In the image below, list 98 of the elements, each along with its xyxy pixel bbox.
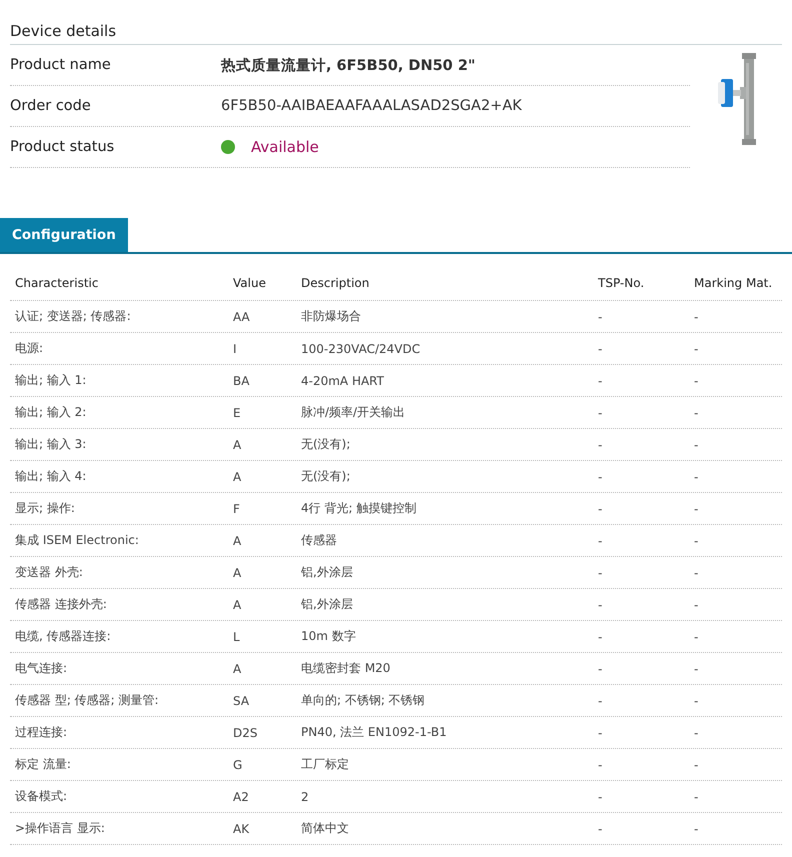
table-cell-text: -	[693, 406, 700, 420]
table-cell-text: -	[693, 374, 700, 388]
table-cell-text: 显示; 操作:	[14, 500, 76, 517]
table-cell-text: 输出; 输入 3:	[14, 436, 88, 453]
table-cell-text: A	[232, 598, 242, 612]
table-cell-text: -	[693, 310, 700, 324]
table-cell-text: D2S	[232, 726, 258, 740]
table-cell-text: 传感器 型; 传感器; 测量管:	[14, 692, 160, 709]
table-cell-text: 集成 ISEM Electronic:	[14, 532, 140, 549]
table-cell-text: -	[597, 470, 604, 484]
table-cell-text: -	[693, 630, 700, 644]
table-cell-text: -	[597, 758, 604, 772]
table-cell-text: -	[597, 694, 604, 708]
table-cell-text: 变送器 外壳:	[14, 564, 84, 581]
table-cell-text: -	[693, 726, 700, 740]
table-cell-text: F	[232, 502, 241, 516]
table-cell-text: 简体中文	[300, 820, 350, 837]
table-cell-text: AA	[232, 310, 251, 324]
table-cell-text: -	[597, 502, 604, 516]
table-cell-text: BA	[232, 374, 250, 388]
table-cell-text: 4-20mA HART	[300, 374, 385, 388]
table-cell-text: 输出; 输入 4:	[14, 468, 88, 485]
table-cell-text: -	[597, 342, 604, 356]
table-cell-text: A	[232, 470, 242, 484]
section-title: Device details	[10, 22, 782, 45]
table-cell-text: -	[693, 566, 700, 580]
column-header: Characteristic	[14, 276, 100, 290]
table-cell-text: -	[693, 438, 700, 452]
table-cell-text: 100-230VAC/24VDC	[300, 342, 422, 356]
table-cell-text: -	[597, 598, 604, 612]
table-cell-text: -	[693, 502, 700, 516]
table-cell-text: 标定 流量:	[14, 756, 72, 773]
table-cell-text: 输出; 输入 1:	[14, 372, 88, 389]
table-cell-text: -	[693, 694, 700, 708]
table-cell-text: -	[693, 790, 700, 804]
table-cell-text: -	[693, 534, 700, 548]
table-cell-text: -	[597, 438, 604, 452]
column-header: Marking Mat.	[693, 276, 774, 290]
table-cell-text: 4行 背光; 触摸键控制	[300, 500, 418, 517]
table-cell-text: >操作语言 显示:	[14, 820, 106, 837]
table-cell-text: 电缆, 传感器连接:	[14, 628, 112, 645]
table-cell-text: A	[232, 566, 242, 580]
table-cell-text: PN40, 法兰 EN1092-1-B1	[300, 724, 448, 741]
table-cell-text: I	[232, 342, 238, 356]
field-value: 6F5B50-AAIBAEAAFAAALASAD2SGA2+AK	[221, 98, 522, 114]
table-cell-text: 工厂标定	[300, 756, 350, 773]
table-cell-text: 传感器 连接外壳:	[14, 596, 108, 613]
table-cell-text: G	[232, 758, 244, 772]
table-cell-text: -	[693, 598, 700, 612]
table-cell-text: -	[597, 406, 604, 420]
column-header: Description	[300, 276, 370, 290]
table-cell-text: -	[597, 534, 604, 548]
table-cell-text: 非防爆场合	[300, 308, 362, 325]
table-cell-text: -	[693, 822, 700, 836]
field-value: Available	[251, 138, 319, 156]
table-cell-text: -	[597, 630, 604, 644]
tab[interactable]: Configuration	[0, 218, 128, 252]
table-cell-text: 铝,外涂层	[300, 564, 354, 581]
table-cell-text: E	[232, 406, 242, 420]
table-cell-text: 传感器	[300, 532, 338, 549]
table-cell-text: 设备模式:	[14, 788, 68, 805]
table-cell-text: A2	[232, 790, 250, 804]
table-cell-text: AK	[232, 822, 250, 836]
table-cell-text: 脉冲/频率/开关输出	[300, 404, 406, 421]
table-cell-text: 认证; 变送器; 传感器:	[14, 308, 132, 325]
table-cell-text: 电缆密封套 M20	[300, 660, 392, 677]
table-cell-text: -	[597, 662, 604, 676]
table-cell-text: 铝,外涂层	[300, 596, 354, 613]
table-cell-text: -	[597, 374, 604, 388]
table-cell-text: A	[232, 534, 242, 548]
column-header: Value	[232, 276, 267, 290]
table-cell-text: -	[597, 790, 604, 804]
table-cell-text: -	[693, 342, 700, 356]
column-header: TSP-No.	[597, 276, 646, 290]
table-cell-text: L	[232, 630, 241, 644]
table-cell-text: SA	[232, 694, 250, 708]
table-cell-text: -	[597, 310, 604, 324]
table-cell-text: -	[597, 566, 604, 580]
field-value: 热式质量流量计, 6F5B50, DN50 2"	[221, 56, 476, 74]
table-cell-text: 单向的; 不锈钢; 不锈钢	[300, 692, 426, 709]
table-cell-text: -	[693, 470, 700, 484]
field-label: Product name	[10, 57, 112, 73]
table-cell-text: 过程连接:	[14, 724, 68, 741]
table-cell-text: 2	[300, 790, 310, 804]
field-label: Order code	[10, 98, 92, 114]
table-cell-text: 输出; 输入 2:	[14, 404, 88, 421]
table-cell-text: -	[597, 726, 604, 740]
table-cell-text: 无(没有);	[300, 468, 352, 485]
table-cell-text: 电源:	[14, 340, 44, 357]
field-label: Product status	[10, 139, 116, 155]
table-cell-text: A	[232, 438, 242, 452]
table-cell-text: A	[232, 662, 242, 676]
table-cell-text: 无(没有);	[300, 436, 352, 453]
table-cell-text: -	[693, 758, 700, 772]
table-cell-text: -	[693, 662, 700, 676]
table-cell-text: 10m 数字	[300, 628, 357, 645]
table-cell-text: -	[597, 822, 604, 836]
table-cell-text: 电气连接:	[14, 660, 68, 677]
